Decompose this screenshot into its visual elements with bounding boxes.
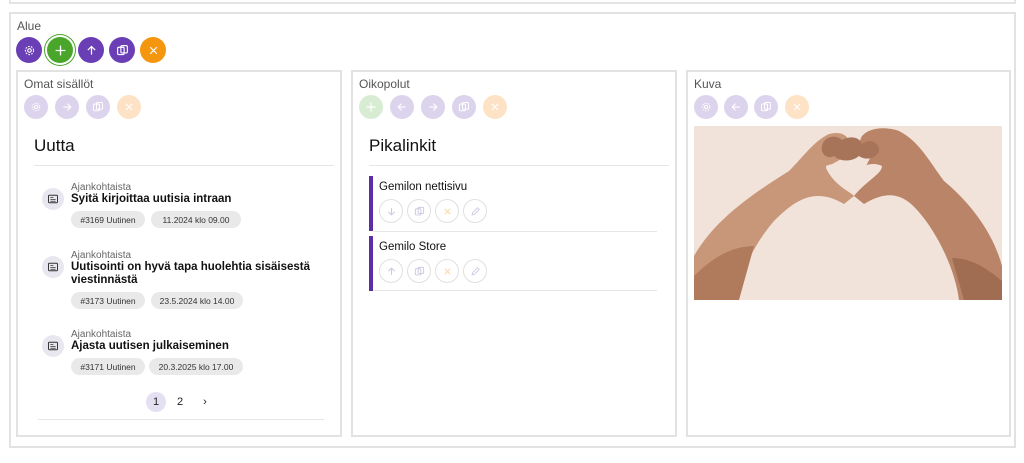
news-id-tag: #3173 Uutinen xyxy=(71,292,145,309)
link-title[interactable]: Gemilo Store xyxy=(379,241,446,253)
shortcuts-panel: Oikopolut Pikalinkit Gemilon nettisivu G… xyxy=(351,70,677,437)
close-icon xyxy=(491,103,499,111)
close-icon xyxy=(443,267,451,275)
own-content-panel: Omat sisällöt Uutta Ajankohtaista Syitä … xyxy=(16,70,342,437)
heart-hands-image xyxy=(694,126,1002,300)
gear-icon xyxy=(31,102,41,112)
divider xyxy=(34,165,334,166)
news-category: Ajankohtaista xyxy=(71,250,132,261)
panel-close-button[interactable] xyxy=(483,95,507,119)
close-icon xyxy=(149,46,157,54)
news-item[interactable]: Ajankohtaista Ajasta uutisen julkaisemin… xyxy=(42,329,322,389)
panel-settings-button[interactable] xyxy=(24,95,48,119)
news-category: Ajankohtaista xyxy=(71,329,132,340)
panel-copy-button[interactable] xyxy=(86,95,110,119)
link-copy-button[interactable] xyxy=(407,199,431,223)
link-item[interactable]: Gemilo Store xyxy=(369,236,657,291)
divider xyxy=(38,419,324,420)
panel-label: Omat sisällöt xyxy=(24,77,94,91)
panel-move-right-button[interactable] xyxy=(55,95,79,119)
panel-close-button[interactable] xyxy=(785,95,809,119)
arrow-right-icon xyxy=(429,103,438,111)
arrow-up-icon xyxy=(387,266,395,275)
move-up-button[interactable] xyxy=(78,37,104,63)
news-date-tag: 11.2024 klo 09.00 xyxy=(151,211,241,228)
news-item[interactable]: Ajankohtaista Syitä kirjoittaa uutisia i… xyxy=(42,182,322,242)
page-1-button[interactable]: 1 xyxy=(146,392,166,412)
close-icon xyxy=(793,103,801,111)
close-icon xyxy=(443,207,451,215)
gear-icon xyxy=(24,45,34,55)
arrow-down-icon xyxy=(387,207,395,216)
panel-move-left-button[interactable] xyxy=(724,95,748,119)
news-title[interactable]: Uutisointi on hyvä tapa huolehtia sisäis… xyxy=(71,261,321,287)
link-item[interactable]: Gemilon nettisivu xyxy=(369,176,657,231)
divider xyxy=(369,165,669,166)
panel-close-button[interactable] xyxy=(117,95,141,119)
close-icon xyxy=(125,103,133,111)
panel-copy-button[interactable] xyxy=(754,95,778,119)
copy-icon xyxy=(116,44,128,55)
panel-label: Kuva xyxy=(694,77,722,91)
copy-icon xyxy=(458,101,470,112)
plus-icon xyxy=(55,45,65,55)
copy-icon xyxy=(760,101,772,112)
arrow-left-icon xyxy=(397,103,406,111)
next-page-button[interactable]: › xyxy=(195,392,215,412)
arrow-left-icon xyxy=(731,103,740,111)
link-edit-button[interactable] xyxy=(463,199,487,223)
news-id-tag: #3171 Uutinen xyxy=(71,358,145,375)
close-button[interactable] xyxy=(140,37,166,63)
news-id-tag: #3169 Uutinen xyxy=(71,211,145,228)
copy-icon xyxy=(414,206,424,215)
link-move-down-button[interactable] xyxy=(379,199,403,223)
panel-move-left-button[interactable] xyxy=(390,95,414,119)
add-button[interactable] xyxy=(47,37,73,63)
page-2-button[interactable]: 2 xyxy=(170,392,190,412)
panel-move-right-button[interactable] xyxy=(421,95,445,119)
divider xyxy=(373,231,657,232)
newspaper-icon xyxy=(42,188,64,210)
news-date-tag: 20.3.2025 klo 17.00 xyxy=(149,358,243,375)
link-delete-button[interactable] xyxy=(435,259,459,283)
newspaper-icon xyxy=(42,335,64,357)
outer-frame xyxy=(9,0,1016,4)
link-copy-button[interactable] xyxy=(407,259,431,283)
panel-title: Uutta xyxy=(34,136,75,155)
news-date-tag: 23.5.2024 klo 14.00 xyxy=(151,292,243,309)
link-delete-button[interactable] xyxy=(435,199,459,223)
link-edit-button[interactable] xyxy=(463,259,487,283)
plus-icon xyxy=(366,102,376,112)
image-panel: Kuva xyxy=(686,70,1011,437)
link-title[interactable]: Gemilon nettisivu xyxy=(379,181,467,193)
pencil-icon xyxy=(470,266,480,276)
copy-icon xyxy=(92,101,104,112)
news-title[interactable]: Syitä kirjoittaa uutisia intraan xyxy=(71,193,321,206)
news-category: Ajankohtaista xyxy=(71,182,132,193)
panel-copy-button[interactable] xyxy=(452,95,476,119)
settings-button[interactable] xyxy=(16,37,42,63)
news-title[interactable]: Ajasta uutisen julkaiseminen xyxy=(71,340,321,353)
panel-add-button[interactable] xyxy=(359,95,383,119)
copy-icon xyxy=(414,266,424,275)
area-label: Alue xyxy=(17,19,42,33)
area-container: Alue Omat sisällöt Uutta Ajankohtaista S… xyxy=(9,12,1016,448)
newspaper-icon xyxy=(42,256,64,278)
arrow-up-icon xyxy=(86,45,96,55)
divider xyxy=(373,290,657,291)
panel-settings-button[interactable] xyxy=(694,95,718,119)
arrow-right-icon xyxy=(63,103,72,111)
gear-icon xyxy=(701,102,711,112)
news-item[interactable]: Ajankohtaista Uutisointi on hyvä tapa hu… xyxy=(42,250,322,320)
panel-title: Pikalinkit xyxy=(369,136,437,155)
pencil-icon xyxy=(470,206,480,216)
link-move-up-button[interactable] xyxy=(379,259,403,283)
panel-label: Oikopolut xyxy=(359,77,410,91)
copy-button[interactable] xyxy=(109,37,135,63)
